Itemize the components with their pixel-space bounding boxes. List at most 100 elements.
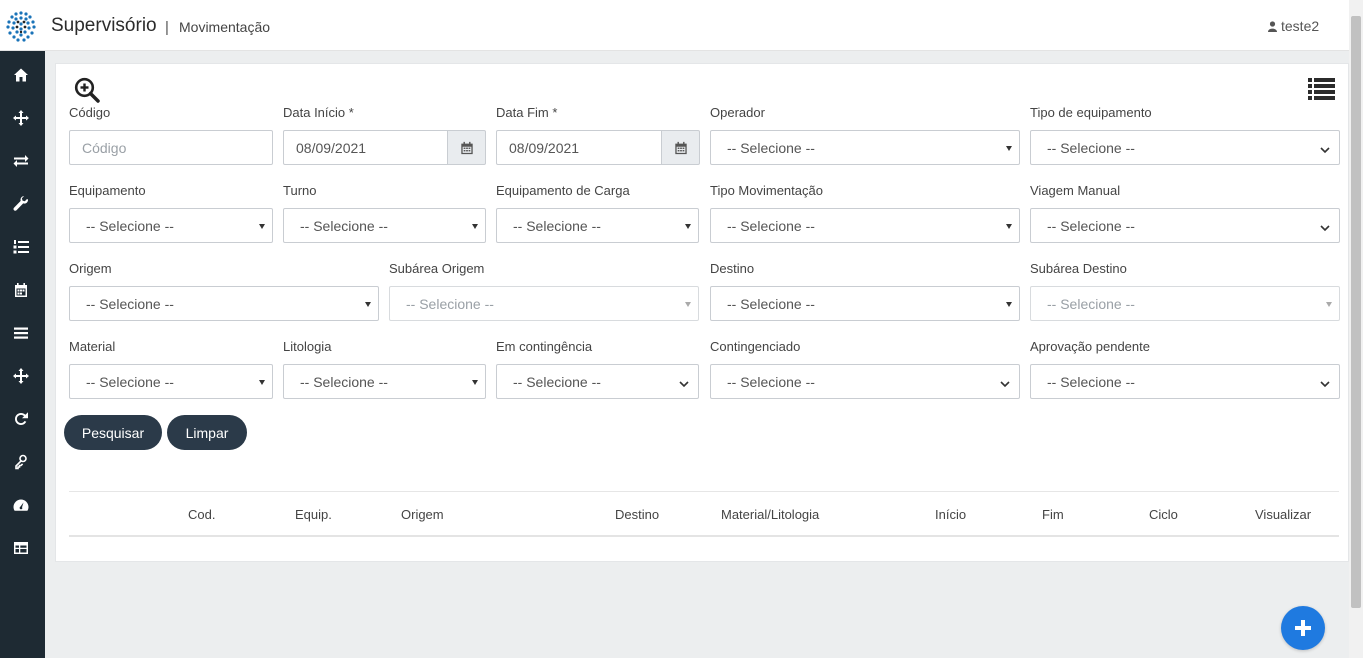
data-inicio-input[interactable]: 08/09/2021 bbox=[283, 130, 448, 165]
operador-select[interactable]: -- Selecione -- bbox=[710, 130, 1020, 165]
plus-icon bbox=[1295, 620, 1311, 636]
codigo-placeholder: Código bbox=[82, 139, 127, 156]
dashboard-icon[interactable] bbox=[11, 495, 31, 515]
caret-down-icon bbox=[1326, 302, 1332, 307]
destino-value: -- Selecione -- bbox=[727, 295, 815, 312]
equipamento-carga-label: Equipamento de Carga bbox=[496, 183, 630, 198]
data-inicio-calendar-button[interactable] bbox=[447, 130, 486, 165]
contingenciado-select[interactable]: -- Selecione -- bbox=[710, 364, 1020, 399]
results-table-header: Cod. Equip. Origem Destino Material/Lito… bbox=[69, 491, 1339, 537]
equipamento-carga-select[interactable]: -- Selecione -- bbox=[496, 208, 699, 243]
litologia-value: -- Selecione -- bbox=[300, 373, 388, 390]
caret-down-icon bbox=[1006, 302, 1012, 307]
data-fim-value: 08/09/2021 bbox=[509, 139, 580, 156]
chevron-down-icon bbox=[1000, 376, 1010, 388]
wrench-icon[interactable] bbox=[11, 194, 31, 214]
chevron-down-icon bbox=[1320, 220, 1330, 232]
litologia-label: Litologia bbox=[283, 339, 332, 354]
caret-down-icon bbox=[1006, 146, 1012, 151]
equipamento-value: -- Selecione -- bbox=[86, 217, 174, 234]
page-title: Movimentação bbox=[179, 19, 271, 35]
subarea-destino-select[interactable]: -- Selecione -- bbox=[1030, 286, 1340, 321]
em-contingencia-value: -- Selecione -- bbox=[513, 373, 601, 390]
equipamento-select[interactable]: -- Selecione -- bbox=[69, 208, 273, 243]
caret-down-icon bbox=[685, 302, 691, 307]
caret-down-icon bbox=[365, 302, 371, 307]
caret-down-icon bbox=[472, 224, 478, 229]
chevron-down-icon bbox=[1320, 376, 1330, 388]
chevron-down-icon bbox=[1320, 142, 1330, 154]
key-icon[interactable] bbox=[11, 452, 31, 472]
column-header-origem[interactable]: Origem bbox=[401, 507, 444, 522]
turno-select[interactable]: -- Selecione -- bbox=[283, 208, 486, 243]
menu-icon[interactable] bbox=[11, 323, 31, 343]
column-header-ciclo[interactable]: Ciclo bbox=[1149, 507, 1178, 522]
data-inicio-value: 08/09/2021 bbox=[296, 139, 367, 156]
chevron-down-icon bbox=[679, 376, 689, 388]
subarea-destino-value: -- Selecione -- bbox=[1047, 295, 1135, 312]
refresh-icon[interactable] bbox=[11, 409, 31, 429]
exchange-icon[interactable] bbox=[11, 151, 31, 171]
viagem-manual-select[interactable]: -- Selecione -- bbox=[1030, 208, 1340, 243]
top-bar: Supervisório | Movimentação teste2 bbox=[0, 0, 1349, 51]
crosshair-icon[interactable] bbox=[11, 366, 31, 386]
user-menu[interactable]: teste2 bbox=[1268, 18, 1319, 34]
caret-down-icon bbox=[259, 380, 265, 385]
page-scrollbar[interactable] bbox=[1349, 0, 1363, 658]
tipo-equipamento-value: -- Selecione -- bbox=[1047, 139, 1135, 156]
subarea-origem-label: Subárea Origem bbox=[389, 261, 485, 276]
data-fim-input[interactable]: 08/09/2021 bbox=[496, 130, 662, 165]
caret-down-icon bbox=[1006, 224, 1012, 229]
app-title: Supervisório bbox=[51, 15, 157, 36]
zoom-in-icon[interactable] bbox=[74, 77, 100, 103]
subarea-destino-label: Subárea Destino bbox=[1030, 261, 1127, 276]
aprovacao-pendente-select[interactable]: -- Selecione -- bbox=[1030, 364, 1340, 399]
title-separator: | bbox=[165, 19, 169, 36]
caret-down-icon bbox=[472, 380, 478, 385]
clear-button[interactable]: Limpar bbox=[167, 415, 247, 450]
column-header-inicio[interactable]: Início bbox=[935, 507, 966, 522]
column-header-material-litologia[interactable]: Material/Litologia bbox=[721, 507, 819, 522]
tipo-movimentacao-value: -- Selecione -- bbox=[727, 217, 815, 234]
material-label: Material bbox=[69, 339, 116, 354]
column-header-cod[interactable]: Cod. bbox=[188, 507, 215, 522]
viagem-manual-label: Viagem Manual bbox=[1030, 183, 1121, 198]
calendar-icon bbox=[460, 141, 473, 154]
subarea-origem-select[interactable]: -- Selecione -- bbox=[389, 286, 699, 321]
codigo-label: Código bbox=[69, 105, 111, 120]
origem-value: -- Selecione -- bbox=[86, 295, 174, 312]
list-ol-icon[interactable] bbox=[11, 237, 31, 257]
column-header-visualizar[interactable]: Visualizar bbox=[1255, 507, 1311, 522]
column-header-destino[interactable]: Destino bbox=[615, 507, 659, 522]
data-fim-label: Data Fim * bbox=[496, 105, 558, 120]
calendar-icon[interactable] bbox=[11, 280, 31, 300]
equipamento-carga-value: -- Selecione -- bbox=[513, 217, 601, 234]
turno-label: Turno bbox=[283, 183, 317, 198]
tipo-movimentacao-select[interactable]: -- Selecione -- bbox=[710, 208, 1020, 243]
column-header-equip[interactable]: Equip. bbox=[295, 507, 332, 522]
list-view-icon[interactable] bbox=[1308, 78, 1335, 100]
data-inicio-label: Data Início * bbox=[283, 105, 354, 120]
tipo-equipamento-label: Tipo de equipamento bbox=[1030, 105, 1152, 120]
add-button[interactable] bbox=[1281, 606, 1325, 650]
table-icon[interactable] bbox=[11, 538, 31, 558]
data-fim-calendar-button[interactable] bbox=[661, 130, 700, 165]
tipo-equipamento-select[interactable]: -- Selecione -- bbox=[1030, 130, 1340, 165]
company-logo[interactable] bbox=[4, 10, 38, 44]
em-contingencia-select[interactable]: -- Selecione -- bbox=[496, 364, 699, 399]
scrollbar-thumb[interactable] bbox=[1351, 16, 1361, 608]
column-header-fim[interactable]: Fim bbox=[1042, 507, 1064, 522]
home-icon[interactable] bbox=[11, 65, 31, 85]
origem-select[interactable]: -- Selecione -- bbox=[69, 286, 379, 321]
litologia-select[interactable]: -- Selecione -- bbox=[283, 364, 486, 399]
codigo-input[interactable]: Código bbox=[69, 130, 273, 165]
sidebar bbox=[0, 51, 45, 658]
material-select[interactable]: -- Selecione -- bbox=[69, 364, 273, 399]
calendar-icon bbox=[674, 141, 687, 154]
search-button[interactable]: Pesquisar bbox=[64, 415, 162, 450]
aprovacao-pendente-label: Aprovação pendente bbox=[1030, 339, 1150, 354]
operador-label: Operador bbox=[710, 105, 765, 120]
crosshair-icon[interactable] bbox=[11, 108, 31, 128]
user-icon bbox=[1268, 20, 1277, 32]
destino-select[interactable]: -- Selecione -- bbox=[710, 286, 1020, 321]
